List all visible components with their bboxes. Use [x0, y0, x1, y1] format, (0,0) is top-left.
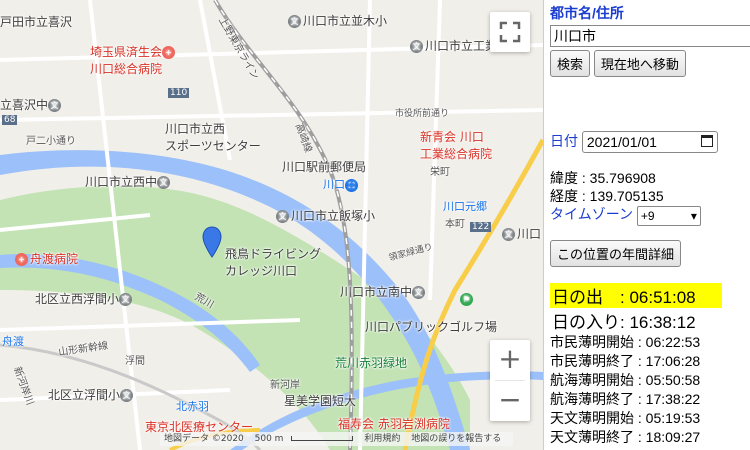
info-panel: 都市名/住所 検索 現在地へ移動 日付 2021/01/01 緯度 : 35.7…	[543, 0, 750, 450]
timezone-label: タイムゾーン	[550, 206, 634, 223]
label-kawaguchi-station[interactable]: 川口 ⛶	[323, 176, 360, 192]
label-minami-chu: 川口市立南中文	[340, 283, 427, 300]
calendar-icon[interactable]	[700, 135, 713, 148]
twilight-civil-end: 市民薄明終了 : 17:06:28	[550, 352, 701, 369]
train-icon: ⛶	[345, 178, 358, 192]
label-kita-ukima: 北区立西浮間小文	[35, 290, 134, 307]
search-button[interactable]: 検索	[550, 50, 591, 77]
city-input[interactable]	[550, 25, 750, 47]
terms-link[interactable]: 利用規約	[364, 434, 400, 444]
zoom-control: + −	[490, 340, 530, 421]
date-row: 日付 2021/01/01	[550, 131, 750, 154]
fullscreen-icon	[499, 21, 521, 43]
zoom-out-button[interactable]: −	[490, 381, 530, 421]
label-kawaguchi-cut: 文川口	[502, 225, 541, 242]
label-shiyakusho: 市役所前通り	[395, 109, 450, 119]
label-akamon: 北区立浮間小文	[48, 386, 135, 403]
label-toda-kiwa: 戸田市立喜沢	[0, 15, 73, 29]
timezone-row: タイムゾーン +9	[550, 205, 750, 226]
twilight-astro-start: 天文薄明開始 : 05:19:53	[550, 409, 701, 426]
school-icon: 文	[276, 210, 289, 223]
label-shinkoukai: 新青会 川口 工業総合病院	[420, 130, 493, 161]
label-toda-oda: 戸二小通り	[26, 136, 76, 147]
route-110: 110	[168, 88, 190, 98]
label-funado[interactable]: 舟渡	[2, 333, 24, 349]
label-namiki: 文川口市立並木小	[288, 12, 387, 29]
date-value: 2021/01/01	[586, 134, 657, 151]
label-akabane-green: 荒川赤羽緑地	[335, 356, 408, 370]
label-iizuka: 文川口市立飯塚小	[276, 207, 375, 224]
label-funado-hospital: + 舟渡病院	[15, 250, 78, 267]
twilight-nautical-end: 航海薄明終了 : 17:38:22	[550, 390, 701, 407]
school-icon: 文	[157, 176, 171, 189]
school-icon: 文	[120, 389, 134, 402]
date-input[interactable]: 2021/01/01	[581, 131, 718, 154]
zoom-in-button[interactable]: +	[490, 340, 530, 380]
school-icon: 文	[410, 40, 423, 53]
sunset-time: 日の入り: 16:38:12	[552, 312, 696, 332]
label-saiseikai: 埼玉県済生会 + 川口総合病院	[90, 43, 177, 77]
coordinates: 緯度 : 35.796908 経度 : 139.705135 タイムゾーン +9	[550, 169, 750, 226]
school-icon: 文	[119, 293, 133, 306]
school-icon: 文	[288, 15, 301, 28]
map-view[interactable]: 戸田市立喜沢 文川口市立並木小 埼玉県済生会 + 川口総合病院 文川口市立工業高 上…	[0, 0, 543, 450]
latitude: 緯度 : 35.796908	[550, 170, 656, 187]
fullscreen-button[interactable]	[490, 12, 530, 52]
school-icon: 文	[48, 99, 62, 112]
label-motogo[interactable]: 川口元郷	[443, 198, 487, 214]
timezone-select[interactable]: +9	[636, 205, 701, 226]
current-location-button[interactable]: 現在地へ移動	[593, 50, 686, 77]
label-post-office: 川口駅前郵便局	[282, 160, 367, 174]
date-label: 日付	[550, 133, 578, 149]
label-public-golf: 川口パブリックゴルフ場	[365, 320, 498, 334]
route-122: 122	[470, 222, 492, 232]
timezone-value: +9	[640, 208, 655, 223]
map-attribution: 地図データ ©2020 500 m 利用規約 地図の誤りを報告する	[160, 432, 514, 446]
school-icon: 文	[412, 286, 426, 299]
location-marker-icon[interactable]	[202, 226, 222, 258]
label-kiwa-chu: 立喜沢中文	[0, 96, 63, 113]
school-icon: 文	[502, 228, 515, 241]
label-fukujukai: 福寿会 赤羽岩渕病院	[338, 417, 450, 431]
label-ukima: 浮間	[125, 356, 145, 367]
golf-icon: ⚑	[460, 293, 473, 306]
label-nishi-chu: 川口市立西中文	[85, 173, 172, 190]
label-sports: 川口市立西 スポーツセンター	[165, 122, 261, 153]
label-shinkawa: 新河岸	[270, 380, 300, 391]
longitude: 経度 : 139.705135	[550, 188, 664, 205]
scale-bar	[291, 436, 354, 441]
twilight-nautical-start: 航海薄明開始 : 05:50:58	[550, 371, 701, 388]
route-68: 68	[2, 115, 18, 125]
golf-icon-marker: ⚑	[460, 292, 475, 306]
year-detail-button[interactable]: この位置の年間詳細	[550, 239, 682, 267]
twilight-civil-start: 市民薄明開始 : 06:22:53	[550, 333, 701, 350]
hospital-icon: +	[15, 253, 28, 266]
twilight-astro-end: 天文薄明終了 : 18:09:27	[550, 428, 701, 445]
sunrise-time: 日の出 : 06:51:08	[550, 282, 722, 308]
scale-label[interactable]: 500 m	[255, 434, 284, 444]
map-data-credit: 地図データ ©2020	[164, 434, 244, 444]
report-error-link[interactable]: 地図の誤りを報告する	[411, 434, 501, 444]
hospital-icon: +	[162, 46, 176, 59]
label-sakaemachi: 栄町	[430, 167, 450, 178]
label-driving: 飛鳥ドライビング カレッジ川口	[225, 247, 322, 278]
city-title: 都市名/住所	[550, 5, 624, 21]
label-kitaakabane[interactable]: 北赤羽	[176, 398, 209, 414]
label-honmachi: 本町	[445, 219, 465, 230]
label-seibi: 星美学園短大	[284, 394, 357, 408]
